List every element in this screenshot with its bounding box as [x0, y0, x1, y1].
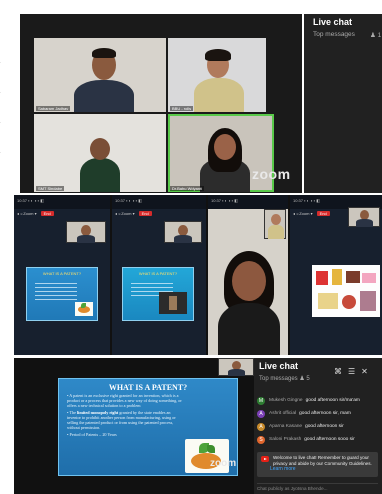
- youtube-icon: [261, 456, 269, 462]
- message-text: good afternoon sir/ma'am: [305, 398, 360, 403]
- self-view-camera[interactable]: [164, 221, 202, 243]
- message-text: good afternoon sir, mam: [299, 411, 351, 416]
- phone-screenshots-strip: 10:37 ▪ ◐ ◑ ▪ ◧ ◂ ◃ Zoom ▾ End WHAT IS A …: [14, 195, 382, 355]
- avatar: S: [257, 435, 265, 444]
- video-tile-2[interactable]: BBU - rolls: [168, 38, 266, 112]
- live-chat-welcome-notice: Welcome to live chat! Remember to guard …: [257, 452, 378, 477]
- zoom-logo: zoom: [252, 166, 291, 182]
- chat-message: M Mukesh Gingne good afternoon sir/ma'am: [257, 394, 381, 407]
- video-tile-1[interactable]: Sabaram Jadhav: [34, 38, 166, 112]
- slide-title: WHAT IS A PATENT?: [42, 271, 82, 276]
- video-tile-3[interactable]: SMT Sindabe: [34, 114, 166, 192]
- self-view-camera[interactable]: [66, 221, 106, 243]
- zoom-toolbar: ◂ ◃ Zoom ▾ End: [14, 209, 110, 221]
- status-bar: 10:37 ▪ ◐ ◑ ▪ ◧: [14, 195, 110, 209]
- close-icon[interactable]: ✕: [361, 367, 374, 376]
- slide-title: WHAT IS A PATENT?: [108, 383, 188, 392]
- phone-panel-4: 10:37 ▪ ◐ ◑ ▪ ◧ ◂ ◃ Zoom ▾ End: [290, 195, 382, 355]
- status-bar: 10:37 ▪ ◐ ◑ ▪ ◧: [112, 195, 206, 209]
- shared-slide: WHAT IS A PATENT?: [122, 267, 194, 321]
- top-section: Sabaram Jadhav BBU - rolls SMT Sindabe D…: [0, 0, 382, 193]
- end-button[interactable]: End: [40, 211, 54, 216]
- person-icon: ♟: [370, 32, 376, 39]
- message-text: good afternoon sooo sir: [304, 437, 355, 442]
- end-button[interactable]: End: [138, 211, 152, 216]
- shared-slide-products: [312, 265, 380, 317]
- participant-video: [80, 134, 120, 192]
- chat-input[interactable]: Chat publicly as Jyotsna Bhende...: [257, 483, 378, 493]
- speaker-video: [218, 251, 280, 355]
- self-view-camera[interactable]: [348, 207, 380, 227]
- message-author[interactable]: Ashrit official: [269, 411, 296, 416]
- avatar: A: [257, 422, 265, 431]
- message-text: good afternoon sir: [305, 424, 344, 429]
- participant-video: [200, 124, 250, 192]
- self-view-camera[interactable]: [218, 358, 254, 376]
- participant-name: Dr.Bahu Wdyanti: [170, 186, 205, 191]
- popout-icon[interactable]: ⌘: [334, 367, 348, 376]
- participant-video: [194, 46, 244, 112]
- message-author[interactable]: Saloni Prakash: [269, 437, 301, 442]
- slide-photo: [159, 292, 187, 314]
- live-chat-title: Live chat: [313, 17, 353, 27]
- chat-header-icons: ⌘☰✕: [334, 367, 374, 376]
- page-margin-marks: · · · ·: [0, 60, 2, 155]
- bottom-section: WHAT IS A PATENT? • A patent is an exclu…: [14, 358, 382, 494]
- slide-body: • A patent is an exclusive right granted…: [67, 393, 182, 437]
- zoom-meeting-grid: Sabaram Jadhav BBU - rolls SMT Sindabe D…: [20, 14, 302, 193]
- plant-image: [75, 302, 93, 316]
- phone-panel-1: 10:37 ▪ ◐ ◑ ▪ ◧ ◂ ◃ Zoom ▾ End WHAT IS A …: [14, 195, 110, 355]
- person-icon: ♟: [299, 376, 305, 382]
- live-chat-title: Live chat: [259, 361, 299, 371]
- settings-icon[interactable]: ☰: [348, 367, 361, 376]
- participant-video: [74, 46, 134, 112]
- chat-message: A Aparna Kasane good afternoon sir: [257, 420, 381, 433]
- top-messages-dropdown[interactable]: Top messages: [313, 31, 355, 38]
- participant-name: SMT Sindabe: [36, 186, 65, 191]
- live-chat-panel-top: Live chat Top messages ♟ 1: [304, 14, 382, 193]
- zoom-toolbar: ◂ ◃ Zoom ▾ End: [112, 209, 206, 221]
- chat-messages: M Mukesh Gingne good afternoon sir/ma'am…: [257, 394, 381, 446]
- avatar: A: [257, 409, 265, 418]
- avatar: M: [257, 396, 265, 405]
- message-author[interactable]: Mukesh Gingne: [269, 398, 303, 403]
- phone-panel-3: 10:37 ▪ ◐ ◑ ▪ ◧: [208, 195, 288, 355]
- chat-message: A Ashrit official good afternoon sir, ma…: [257, 407, 381, 420]
- notice-text: Welcome to live chat! Remember to guard …: [273, 455, 372, 466]
- status-bar: 10:37 ▪ ◐ ◑ ▪ ◧: [208, 195, 288, 209]
- live-chat-panel-bottom: Live chat Top messages ♟ 5 ⌘☰✕ M Mukesh …: [254, 358, 382, 494]
- top-messages-dropdown[interactable]: Top messages ♟ 5: [259, 375, 310, 382]
- participant-name: BBU - rolls: [170, 106, 194, 111]
- shared-slide: WHAT IS A PATENT?: [26, 267, 98, 321]
- slide-title: WHAT IS A PATENT?: [138, 271, 178, 276]
- phone-panel-2: 10:37 ▪ ◐ ◑ ▪ ◧ ◂ ◃ Zoom ▾ End WHAT IS A …: [112, 195, 206, 355]
- viewer-count: ♟ 1: [370, 32, 382, 39]
- zoom-logo: zoom: [210, 458, 237, 469]
- self-view-camera[interactable]: [264, 209, 286, 239]
- participant-name: Sabaram Jadhav: [36, 106, 71, 111]
- chat-message: S Saloni Prakash good afternoon sooo sir: [257, 433, 381, 446]
- end-button[interactable]: End: [316, 211, 330, 216]
- learn-more-link[interactable]: Learn more: [270, 466, 296, 472]
- message-author[interactable]: Aparna Kasane: [269, 424, 302, 429]
